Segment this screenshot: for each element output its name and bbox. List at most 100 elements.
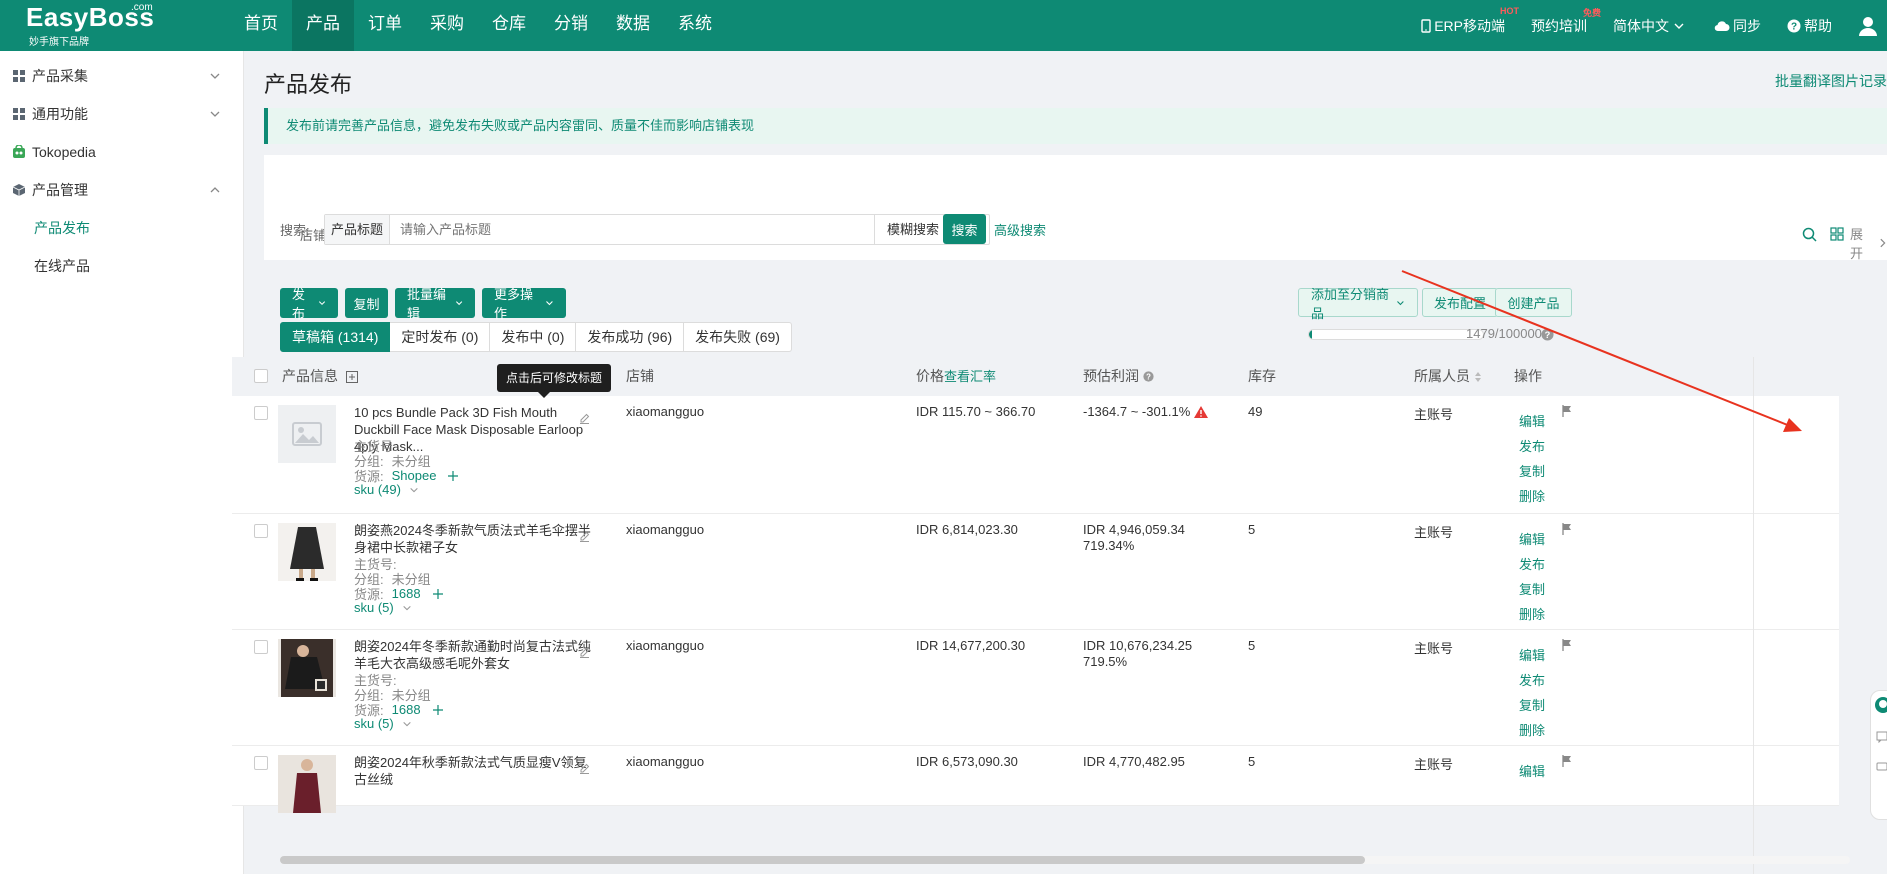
edit-pencil-icon[interactable] — [579, 531, 590, 542]
user-avatar[interactable] — [1858, 16, 1881, 36]
copy-action[interactable]: 复制 — [1519, 579, 1545, 598]
plus-icon[interactable] — [432, 588, 443, 599]
expand-filter-toggle[interactable]: 展开 — [1850, 224, 1887, 262]
batch-edit-dropdown-button[interactable]: 批量编辑 — [395, 287, 475, 321]
product-title[interactable]: 朗姿燕2024冬季新款气质法式羊毛伞摆半身裙中长款裙子女 — [354, 522, 594, 556]
product-title[interactable]: 朗姿2024年秋季新款法式气质显瘦V领复古丝绒 — [354, 754, 594, 788]
easyboss-logo[interactable]: EasyBoss .com 妙手旗下品牌 — [26, 2, 166, 48]
copy-button[interactable]: 复制 — [345, 288, 388, 318]
delete-action[interactable]: 删除 — [1519, 604, 1545, 623]
sku-toggle[interactable]: sku (5) — [354, 716, 412, 731]
row-checkbox[interactable] — [254, 524, 268, 538]
horizontal-scrollbar[interactable] — [280, 856, 1850, 864]
quota-progress-bar — [1308, 329, 1484, 340]
search-field-select[interactable]: 产品标题 — [325, 215, 390, 244]
search-button[interactable]: 搜索 — [943, 214, 986, 244]
tab-draft[interactable]: 草稿箱 (1314) — [280, 322, 391, 352]
edit-action[interactable]: 编辑 — [1519, 761, 1545, 780]
view-exchange-rate-link[interactable]: 查看汇率 — [944, 357, 996, 396]
nav-orders[interactable]: 订单 — [354, 0, 416, 51]
row-owner: 主账号 — [1414, 641, 1454, 656]
row-checkbox[interactable] — [254, 756, 268, 770]
help-icon[interactable]: ? — [1541, 328, 1554, 341]
erp-mobile-link[interactable]: ERP移动端 HOT — [1421, 6, 1519, 36]
nav-home[interactable]: 首页 — [230, 0, 292, 51]
language-select[interactable]: 简体中文 — [1613, 16, 1688, 36]
sku-toggle[interactable]: sku (5) — [354, 600, 412, 615]
publish-action[interactable]: 发布 — [1519, 436, 1545, 455]
publish-config-button[interactable]: 发布配置 — [1422, 288, 1498, 317]
sidebar-item-product-publish[interactable]: 产品发布 — [0, 209, 243, 247]
tab-failed[interactable]: 发布失败 (69) — [684, 322, 792, 352]
product-image[interactable] — [278, 755, 336, 813]
row-owner: 主账号 — [1414, 757, 1454, 772]
sku-toggle[interactable]: sku (49) — [354, 482, 419, 497]
publish-action[interactable]: 发布 — [1519, 670, 1545, 689]
tab-scheduled[interactable]: 定时发布 (0) — [390, 322, 491, 352]
search-icon[interactable] — [1802, 227, 1817, 242]
edit-pencil-icon[interactable] — [579, 413, 590, 424]
expand-all-icon[interactable] — [346, 370, 358, 383]
header-price: 价格 — [916, 368, 944, 384]
publish-action[interactable]: 发布 — [1519, 554, 1545, 573]
sort-icon[interactable] — [1474, 371, 1482, 383]
edit-pencil-icon[interactable] — [579, 763, 590, 774]
copy-action[interactable]: 复制 — [1519, 461, 1545, 480]
edit-action[interactable]: 编辑 — [1519, 529, 1545, 548]
source-value[interactable]: 1688 — [392, 702, 421, 717]
layout-icon[interactable] — [1830, 227, 1844, 241]
row-checkbox[interactable] — [254, 406, 268, 420]
edit-action[interactable]: 编辑 — [1519, 411, 1545, 430]
create-product-button[interactable]: 创建产品 — [1495, 288, 1572, 317]
add-to-distribution-button[interactable]: 添加至分销商品 — [1298, 287, 1418, 321]
training-label: 预约培训 — [1531, 17, 1587, 34]
edit-pencil-icon[interactable] — [579, 647, 590, 658]
flag-icon[interactable] — [1562, 639, 1572, 651]
header-product-info: 产品信息 — [282, 357, 358, 396]
flag-icon[interactable] — [1562, 523, 1572, 535]
product-title[interactable]: 朗姿2024年冬季新款通勤时尚复古法式纯羊毛大衣高级感毛呢外套女 — [354, 638, 594, 672]
publish-dropdown-button[interactable]: 发布 — [280, 287, 338, 321]
plus-icon[interactable] — [432, 704, 443, 715]
sync-button[interactable]: 同步 — [1714, 16, 1761, 36]
nav-system[interactable]: 系统 — [664, 0, 726, 51]
flag-icon[interactable] — [1562, 405, 1572, 417]
search-input[interactable] — [390, 215, 874, 244]
product-image[interactable] — [278, 639, 336, 697]
plus-icon[interactable] — [448, 470, 459, 481]
more-actions-dropdown-button[interactable]: 更多操作 — [482, 287, 566, 321]
sidebar-group-collect[interactable]: 产品采集 — [0, 57, 243, 95]
flag-icon[interactable] — [1562, 755, 1572, 767]
nav-product[interactable]: 产品 — [292, 0, 354, 51]
delete-action[interactable]: 删除 — [1519, 720, 1545, 739]
batch-translate-records-link[interactable]: 批量翻译图片记录 — [1775, 71, 1887, 91]
chevron-down-icon — [410, 487, 418, 492]
product-image[interactable] — [278, 523, 336, 581]
scrollbar-thumb[interactable] — [280, 856, 1365, 864]
help-button[interactable]: ? 帮助 — [1787, 16, 1832, 36]
product-image-placeholder[interactable] — [278, 405, 336, 463]
sidebar-item-online-products[interactable]: 在线产品 — [0, 247, 243, 285]
source-value[interactable]: Shopee — [392, 468, 437, 483]
nav-data[interactable]: 数据 — [602, 0, 664, 51]
nav-distribution[interactable]: 分销 — [540, 0, 602, 51]
help-icon[interactable]: ? — [1143, 371, 1154, 382]
floating-service-widget[interactable] — [1870, 690, 1887, 820]
nav-warehouse[interactable]: 仓库 — [478, 0, 540, 51]
delete-action[interactable]: 删除 — [1519, 486, 1545, 505]
copy-action[interactable]: 复制 — [1519, 695, 1545, 714]
advanced-search-link[interactable]: 高级搜索 — [994, 220, 1046, 239]
sidebar-group-product-management[interactable]: 产品管理 — [0, 171, 243, 209]
source-value[interactable]: 1688 — [392, 586, 421, 601]
sidebar-group-common[interactable]: 通用功能 — [0, 95, 243, 133]
tab-published[interactable]: 发布成功 (96) — [576, 322, 685, 352]
sidebar-group-tokopedia[interactable]: Tokopedia — [0, 133, 243, 171]
select-all-rows-checkbox[interactable] — [254, 369, 268, 383]
quota-text: 1479/100000 — [1466, 326, 1542, 341]
tab-publishing[interactable]: 发布中 (0) — [490, 322, 577, 352]
row-checkbox[interactable] — [254, 640, 268, 654]
chevron-down-icon — [318, 301, 326, 306]
nav-purchase[interactable]: 采购 — [416, 0, 478, 51]
edit-action[interactable]: 编辑 — [1519, 645, 1545, 664]
training-link[interactable]: 预约培训 免费 — [1531, 8, 1601, 36]
